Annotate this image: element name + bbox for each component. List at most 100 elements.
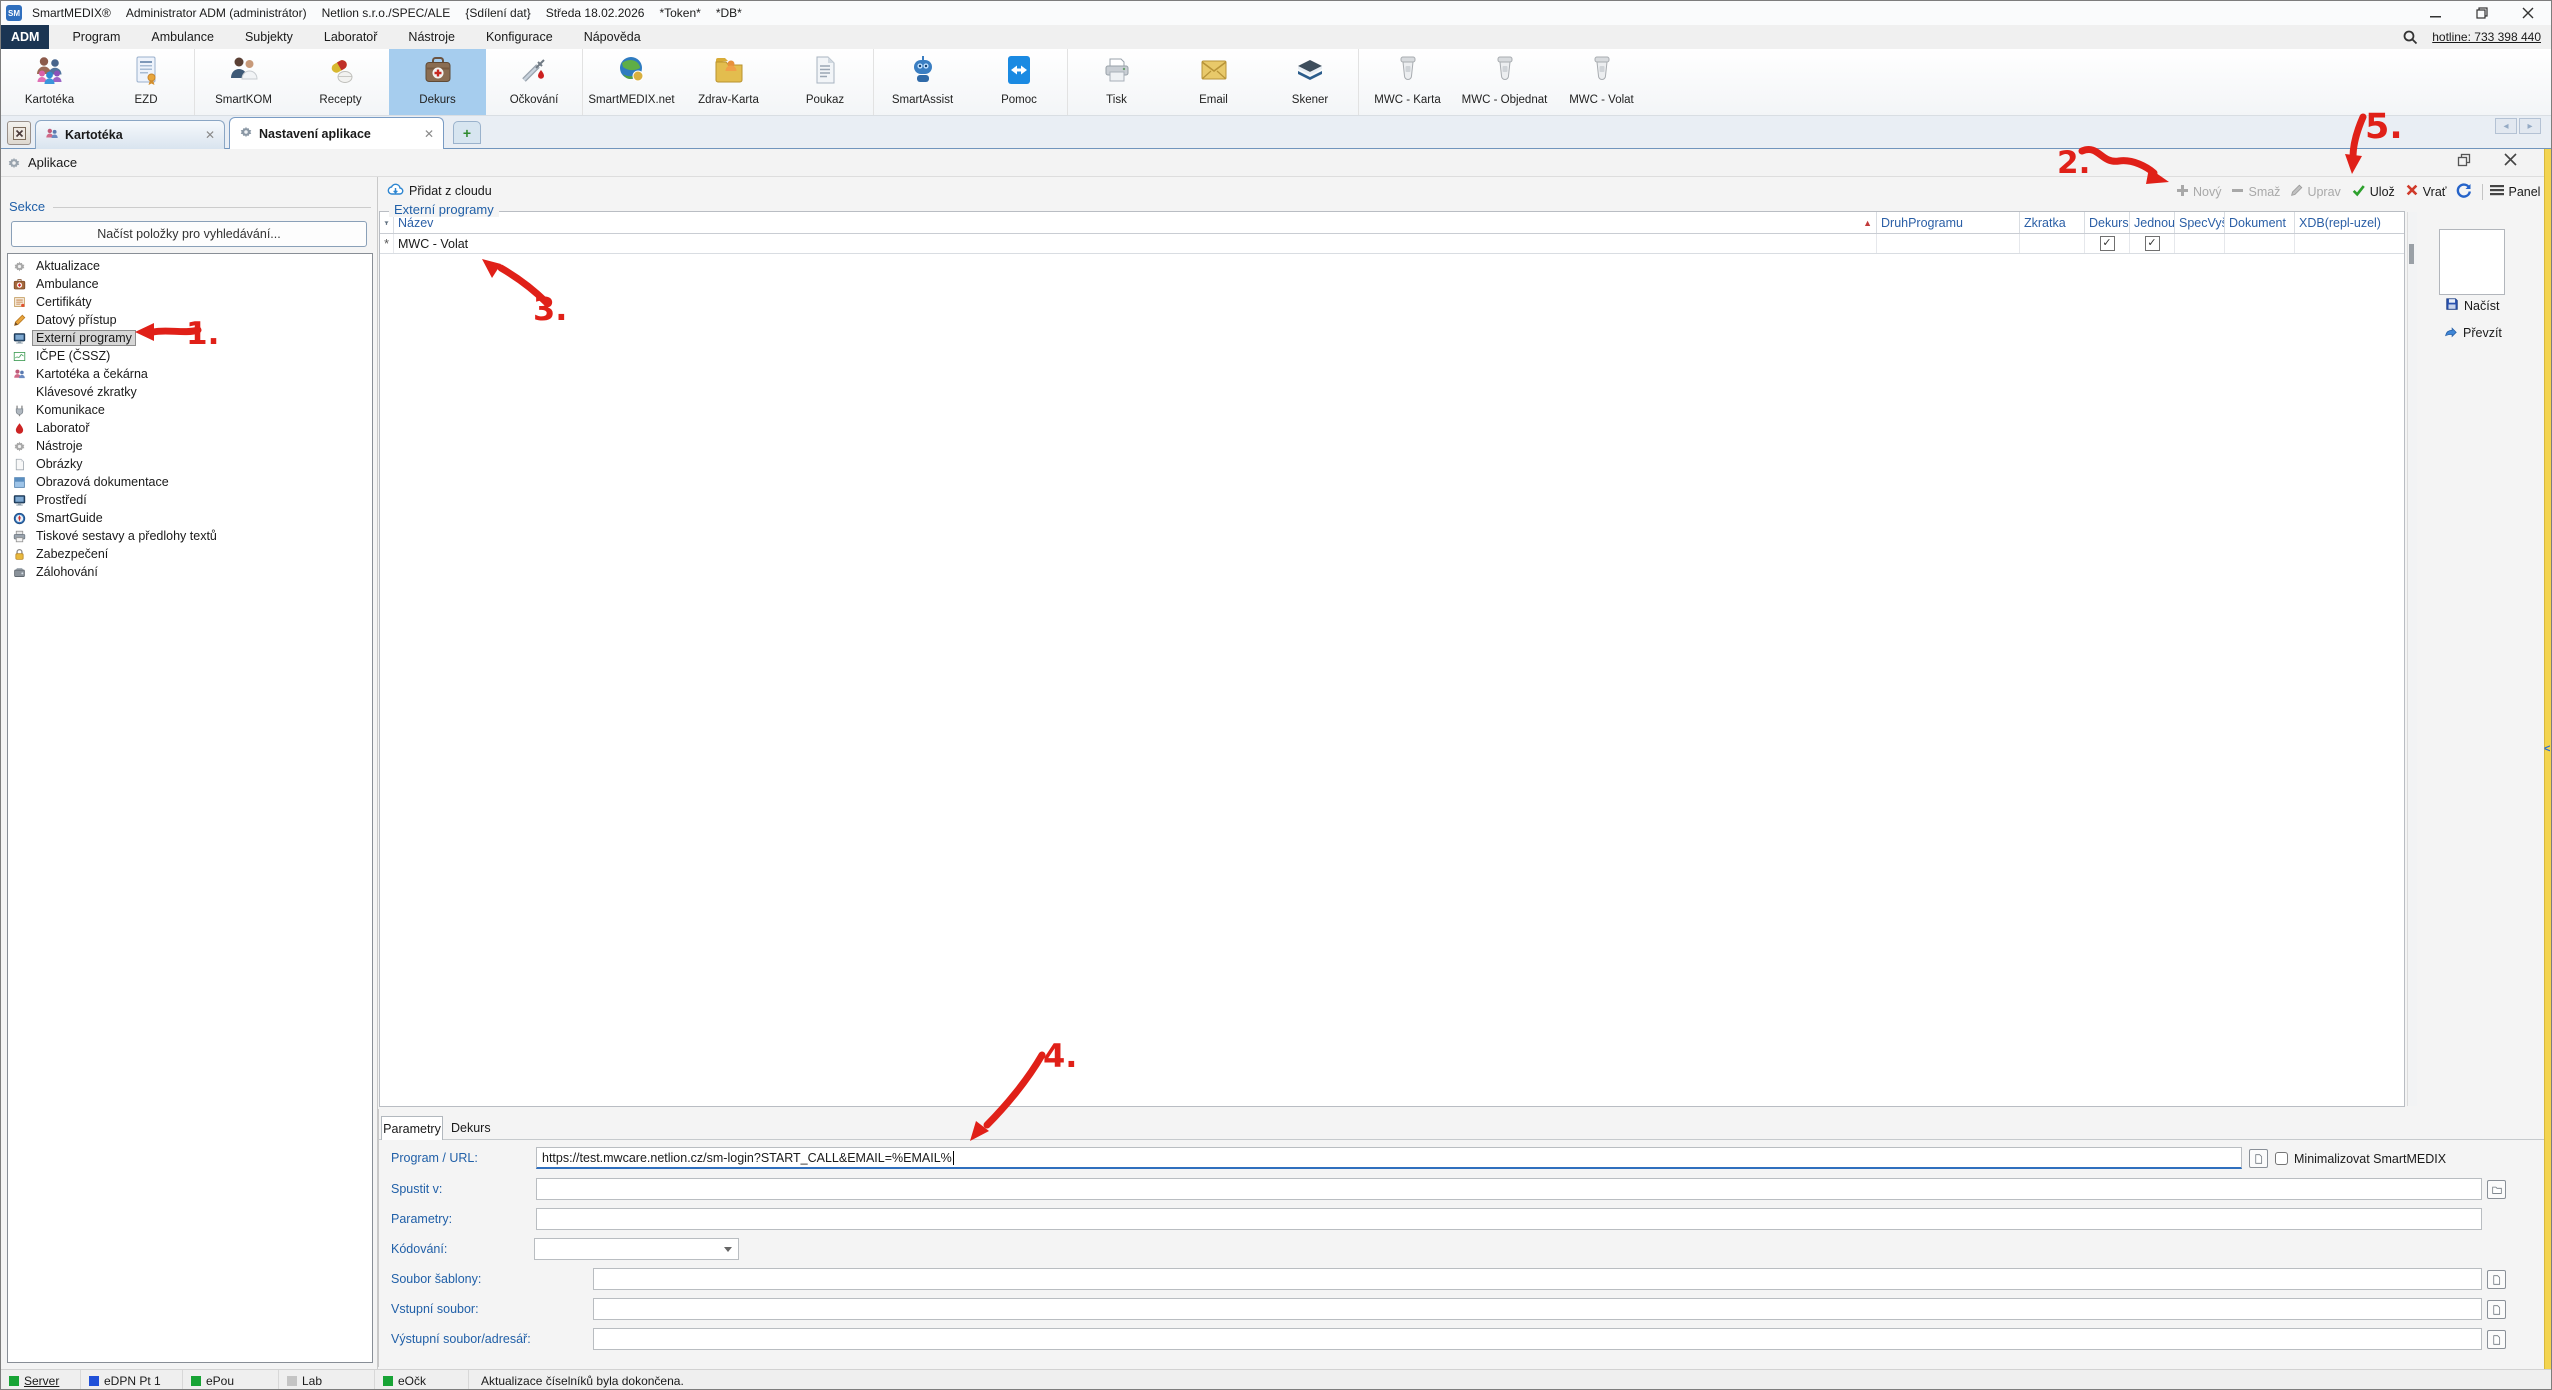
toolbar-item-smartmedixnet[interactable]: SmartMEDIX.net bbox=[583, 49, 680, 115]
form-tab-parametry[interactable]: Parametry bbox=[381, 1116, 443, 1140]
sidebar-item-obrazky[interactable]: Obrázky bbox=[8, 455, 372, 473]
column-header-zkratka[interactable]: Zkratka bbox=[2020, 212, 2085, 233]
grid-scrollbar-thumb[interactable] bbox=[2409, 244, 2414, 264]
form-tab-dekurs[interactable]: Dekurs bbox=[451, 1121, 491, 1135]
vystupni-soubor-browse-button[interactable] bbox=[2487, 1330, 2506, 1349]
edit-button[interactable]: Uprav bbox=[2290, 184, 2340, 200]
table-row[interactable]: * MWC - Volat ✓ ✓ bbox=[380, 234, 2404, 254]
toolbar-item-poukaz[interactable]: Poukaz bbox=[777, 49, 874, 115]
panel-collapse-chevron[interactable]: < bbox=[2544, 743, 2550, 755]
sidebar-item-smartguide[interactable]: SmartGuide bbox=[8, 509, 372, 527]
save-button[interactable]: Ulož bbox=[2351, 183, 2395, 200]
grid-scrollbar[interactable] bbox=[2407, 212, 2417, 1106]
menu-item-konfigurace[interactable]: Konfigurace bbox=[475, 25, 564, 49]
dekurs-checkbox[interactable]: ✓ bbox=[2100, 236, 2115, 251]
status-eock[interactable]: eOčk bbox=[375, 1370, 469, 1390]
add-from-cloud-button[interactable]: Přidat z cloudu bbox=[387, 182, 492, 200]
vystupni-soubor-input[interactable] bbox=[593, 1328, 2482, 1350]
toolbar-item-smartassist[interactable]: SmartAssist bbox=[874, 49, 971, 115]
load-items-button[interactable]: Načíst položky pro vyhledávání... bbox=[11, 221, 367, 247]
sidebar-item-prostredi[interactable]: Prostředí bbox=[8, 491, 372, 509]
tab-scroll-right-icon[interactable]: ▸ bbox=[2519, 118, 2541, 134]
tab-kartoteka[interactable]: Kartotéka ✕ bbox=[35, 120, 225, 149]
cell-zkratka[interactable] bbox=[2020, 234, 2085, 253]
jednou-checkbox[interactable]: ✓ bbox=[2145, 236, 2160, 251]
close-icon[interactable] bbox=[2505, 1, 2551, 25]
revert-button[interactable]: Vrať bbox=[2405, 183, 2447, 200]
status-edpn[interactable]: eDPN Pt 1 bbox=[81, 1370, 183, 1390]
spustit-v-folder-button[interactable] bbox=[2487, 1180, 2506, 1199]
hotline-link[interactable]: hotline: 733 398 440 bbox=[2432, 30, 2541, 44]
spustit-v-input[interactable] bbox=[536, 1178, 2482, 1200]
program-url-input[interactable]: https://test.mwcare.netlion.cz/sm-login?… bbox=[536, 1147, 2242, 1169]
menu-item-ambulance[interactable]: Ambulance bbox=[140, 25, 225, 49]
sidebar-item-aktualizace[interactable]: Aktualizace bbox=[8, 257, 372, 275]
toolbar-item-smartkom[interactable]: SmartKOM bbox=[195, 49, 292, 115]
cell-nazev[interactable]: MWC - Volat bbox=[394, 234, 1877, 253]
menu-item-napoveda[interactable]: Nápověda bbox=[573, 25, 652, 49]
tab-nastaveni-aplikace[interactable]: Nastavení aplikace ✕ bbox=[229, 117, 444, 149]
add-tab-button[interactable]: + bbox=[453, 121, 481, 144]
panel-restore-icon[interactable] bbox=[2457, 153, 2472, 173]
column-header-xdb[interactable]: XDB(repl-uzel) bbox=[2295, 212, 2404, 233]
column-header-nazev[interactable]: Název▲ bbox=[394, 212, 1877, 233]
toolbar-item-mwc-volat[interactable]: MWC - Volat bbox=[1553, 49, 1650, 115]
sidebar-item-certifikaty[interactable]: Certifikáty bbox=[8, 293, 372, 311]
toolbar-item-ezd[interactable]: EZD bbox=[98, 49, 195, 115]
sidebar-item-laborator[interactable]: Laboratoř bbox=[8, 419, 372, 437]
menu-item-subjekty[interactable]: Subjekty bbox=[234, 25, 304, 49]
sidebar-item-obrazova-dokumentace[interactable]: Obrazová dokumentace bbox=[8, 473, 372, 491]
toolbar-item-ockovani[interactable]: Očkování bbox=[486, 49, 583, 115]
restore-icon[interactable] bbox=[2459, 1, 2505, 25]
sidebar-item-ambulance[interactable]: Ambulance bbox=[8, 275, 372, 293]
take-over-button[interactable]: Převzít bbox=[2443, 325, 2502, 341]
sidebar-item-datovy-pristup[interactable]: Datový přístup bbox=[8, 311, 372, 329]
collapsed-side-panel[interactable] bbox=[2544, 149, 2552, 1369]
status-epou[interactable]: ePou bbox=[183, 1370, 279, 1390]
sidebar-item-zalohovani[interactable]: Zálohování bbox=[8, 563, 372, 581]
cell-druhprogramu[interactable] bbox=[1877, 234, 2020, 253]
refresh-button[interactable] bbox=[2456, 182, 2472, 201]
sidebar-item-externi-programy[interactable]: Externí programy bbox=[8, 329, 372, 347]
toolbar-item-mwc-objednat[interactable]: MWC - Objednat bbox=[1456, 49, 1553, 115]
status-server[interactable]: Server bbox=[1, 1370, 81, 1390]
program-url-browse-button[interactable] bbox=[2249, 1149, 2268, 1168]
sidebar-item-kartoteka-cekarna[interactable]: Kartotéka a čekárna bbox=[8, 365, 372, 383]
close-all-tabs-button[interactable] bbox=[7, 121, 31, 145]
sidebar-item-tiskove-sestavy[interactable]: Tiskové sestavy a předlohy textů bbox=[8, 527, 372, 545]
minimize-icon[interactable] bbox=[2413, 1, 2459, 25]
panel-close-icon[interactable] bbox=[2503, 152, 2518, 172]
menu-item-adm[interactable]: ADM bbox=[1, 25, 49, 49]
toolbar-item-dekurs[interactable]: Dekurs bbox=[389, 49, 486, 115]
panel-button[interactable]: Panel bbox=[2490, 184, 2540, 199]
toolbar-item-skener[interactable]: Skener bbox=[1262, 49, 1359, 115]
cell-dokument[interactable] bbox=[2225, 234, 2295, 253]
load-icon-button[interactable]: Načíst bbox=[2445, 297, 2499, 314]
column-header-druhprogramu[interactable]: DruhProgramu bbox=[1877, 212, 2020, 233]
cell-specvys[interactable] bbox=[2175, 234, 2225, 253]
toolbar-item-email[interactable]: Email bbox=[1165, 49, 1262, 115]
delete-button[interactable]: Smaž bbox=[2231, 184, 2280, 200]
sidebar-item-zabezpeceni[interactable]: Zabezpečení bbox=[8, 545, 372, 563]
sidebar-item-nastroje[interactable]: Nástroje bbox=[8, 437, 372, 455]
toolbar-item-pomoc[interactable]: Pomoc bbox=[971, 49, 1068, 115]
menu-item-nastroje[interactable]: Nástroje bbox=[397, 25, 466, 49]
search-icon[interactable] bbox=[2402, 29, 2418, 45]
sidebar-item-komunikace[interactable]: Komunikace bbox=[8, 401, 372, 419]
sidebar-item-klavesove-zkratky[interactable]: Klávesové zkratky bbox=[8, 383, 372, 401]
vstupni-soubor-browse-button[interactable] bbox=[2487, 1300, 2506, 1319]
toolbar-item-tisk[interactable]: Tisk bbox=[1068, 49, 1165, 115]
tab-close-icon[interactable]: ✕ bbox=[424, 127, 434, 141]
new-button[interactable]: Nový bbox=[2176, 184, 2221, 200]
soubor-sablony-browse-button[interactable] bbox=[2487, 1270, 2506, 1289]
column-header-dekurs[interactable]: Dekurs bbox=[2085, 212, 2130, 233]
toolbar-item-mwc-karta[interactable]: MWC - Karta bbox=[1359, 49, 1456, 115]
menu-item-program[interactable]: Program bbox=[61, 25, 131, 49]
tab-close-icon[interactable]: ✕ bbox=[205, 128, 215, 142]
menu-item-laborator[interactable]: Laboratoř bbox=[313, 25, 389, 49]
vstupni-soubor-input[interactable] bbox=[593, 1298, 2482, 1320]
toolbar-item-zdravkarta[interactable]: Zdrav-Karta bbox=[680, 49, 777, 115]
status-lab[interactable]: Lab bbox=[279, 1370, 375, 1390]
minimize-smartmedix-checkbox[interactable] bbox=[2275, 1152, 2288, 1165]
soubor-sablony-input[interactable] bbox=[593, 1268, 2482, 1290]
